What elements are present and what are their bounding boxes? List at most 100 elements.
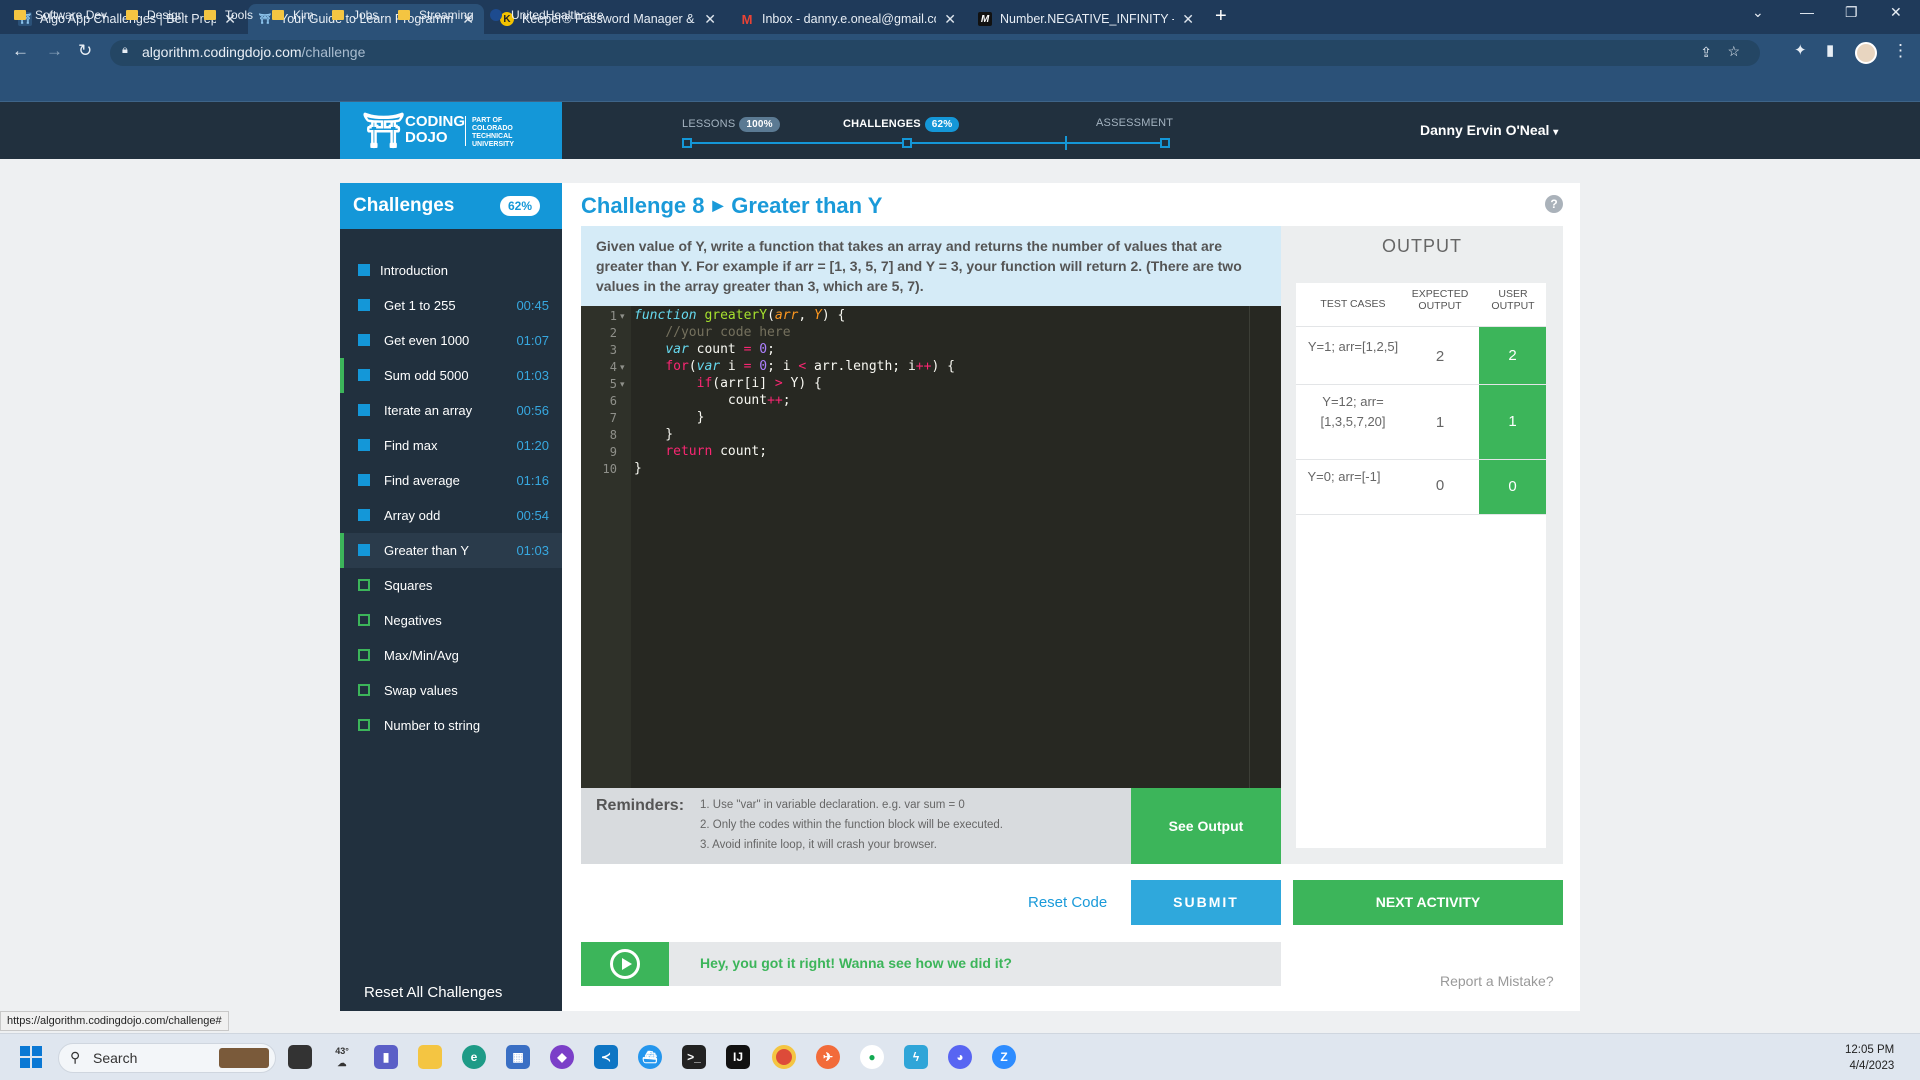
- side-panel-icon[interactable]: ▮: [1826, 41, 1834, 59]
- line-number: 9: [609, 445, 617, 459]
- bookmark-design[interactable]: Design: [126, 8, 184, 22]
- sidebar-item-sum-odd-5000[interactable]: Sum odd 5000 01:03: [340, 358, 562, 393]
- see-output-button[interactable]: See Output: [1131, 788, 1281, 864]
- postman-icon[interactable]: ✈: [816, 1045, 840, 1069]
- incomplete-square-icon: [358, 684, 370, 696]
- zoom-icon[interactable]: Z: [992, 1045, 1016, 1069]
- reset-all-challenges-button[interactable]: Reset All Challenges: [364, 984, 502, 1001]
- help-icon[interactable]: ?: [1545, 195, 1563, 213]
- mongodb-compass-icon[interactable]: ●: [860, 1045, 884, 1069]
- microsoft-store-icon[interactable]: ▦: [506, 1045, 530, 1069]
- forward-icon[interactable]: →: [46, 41, 63, 61]
- docker-icon[interactable]: ⛴: [638, 1045, 662, 1069]
- line-number: 4: [609, 360, 617, 374]
- bookmark-tools[interactable]: Tools: [204, 8, 253, 22]
- col-header-test-cases: TEST CASES: [1320, 298, 1386, 310]
- submit-button[interactable]: SUBMIT: [1131, 880, 1281, 925]
- folder-icon: [204, 10, 216, 20]
- gmail-favicon-icon: M: [741, 11, 753, 27]
- reset-code-link[interactable]: Reset Code: [1028, 894, 1107, 911]
- progress-marker: [1065, 136, 1067, 150]
- vscode-icon[interactable]: ≺: [594, 1045, 618, 1069]
- user-output-cell: 0: [1479, 460, 1546, 514]
- play-solution-button[interactable]: [581, 942, 669, 986]
- task-view-icon[interactable]: [288, 1045, 312, 1069]
- menu-kebab-icon[interactable]: ⋮: [1892, 41, 1909, 61]
- tab-search-icon[interactable]: ⌄: [1752, 4, 1764, 21]
- intellij-icon[interactable]: IJ: [726, 1045, 750, 1069]
- chrome-icon[interactable]: [772, 1045, 796, 1069]
- weather-widget[interactable]: 43° ☁: [330, 1045, 354, 1069]
- user-menu[interactable]: Danny Ervin O'Neal ▾: [1420, 122, 1558, 138]
- tab-mdn[interactable]: M Number.NEGATIVE_INFINITY - Ja ✕: [968, 4, 1204, 34]
- progress-node-lessons: [682, 138, 692, 148]
- bookmark-streaming[interactable]: Streaming: [398, 8, 474, 22]
- sidebar-item-find-average[interactable]: Find average 01:16: [340, 463, 562, 498]
- close-tab-icon[interactable]: ✕: [944, 11, 956, 28]
- sidebar-item-introduction[interactable]: Introduction: [340, 253, 562, 288]
- bookmark-software-dev[interactable]: Software Dev: [14, 8, 107, 22]
- bookmark-star-icon[interactable]: ☆: [1727, 43, 1740, 60]
- test-case-cell: Y=1; arr=[1,2,5]: [1307, 339, 1399, 354]
- line-number: 3: [609, 343, 617, 357]
- sidebar-item-iterate-an-array[interactable]: Iterate an array 00:56: [340, 393, 562, 428]
- fold-arrow-icon[interactable]: ▾: [620, 362, 625, 373]
- sidebar-item-max-min-avg[interactable]: Max/Min/Avg: [340, 638, 562, 673]
- row-divider: [1296, 514, 1546, 515]
- close-tab-icon[interactable]: ✕: [1182, 11, 1194, 28]
- sidebar-item-squares[interactable]: Squares: [340, 568, 562, 603]
- nav-challenges[interactable]: CHALLENGES 62%: [843, 117, 960, 132]
- minimize-icon[interactable]: —: [1800, 4, 1814, 20]
- extensions-icon[interactable]: ✦: [1794, 41, 1807, 59]
- tab-gmail[interactable]: M Inbox - danny.e.oneal@gmail.com ✕: [730, 4, 966, 34]
- search-highlight-image: [219, 1048, 269, 1068]
- next-activity-button[interactable]: NEXT ACTIVITY: [1293, 880, 1563, 925]
- hover-marker: [340, 358, 344, 393]
- output-title: OUTPUT: [1382, 236, 1462, 256]
- uhc-favicon-icon: [490, 9, 502, 21]
- teams-chat-icon[interactable]: ▮: [374, 1045, 398, 1069]
- windows-start-icon[interactable]: [20, 1046, 42, 1068]
- bookmark-jobs[interactable]: Jobs: [332, 8, 378, 22]
- back-icon[interactable]: ←: [12, 41, 29, 61]
- sidebar-item-greater-than-y[interactable]: Greater than Y 01:03: [340, 533, 562, 568]
- edge-icon[interactable]: e: [462, 1045, 486, 1069]
- code-line: }: [634, 427, 674, 442]
- share-icon[interactable]: ⇪: [1700, 44, 1712, 61]
- terminal-icon[interactable]: >_: [682, 1045, 706, 1069]
- coding-dojo-logo[interactable]: ⛩ CODING DOJO PART OF COLORADO TECHNICAL…: [340, 102, 562, 159]
- profile-avatar[interactable]: [1855, 42, 1877, 64]
- sidebar-item-swap-values[interactable]: Swap values: [340, 673, 562, 708]
- reload-icon[interactable]: ↻: [78, 41, 92, 61]
- sidebar-item-negatives[interactable]: Negatives: [340, 603, 562, 638]
- discord-icon[interactable]: ◕: [948, 1045, 972, 1069]
- line-number: 6: [609, 394, 617, 408]
- challenge-description: Given value of Y, write a function that …: [581, 226, 1281, 306]
- sidebar-item-number-to-string[interactable]: Number to string: [340, 708, 562, 743]
- sidebar-item-get-even-1000[interactable]: Get even 1000 01:07: [340, 323, 562, 358]
- system-clock[interactable]: 12:05 PM 4/4/2023: [1845, 1042, 1894, 1074]
- bookmark-unitedhealthcare[interactable]: UnitedHealthcare: [490, 8, 604, 22]
- nav-assessment[interactable]: ASSESSMENT: [1096, 117, 1173, 129]
- taskbar-search-box[interactable]: ⚲ Search: [58, 1043, 276, 1073]
- completed-square-icon: [358, 299, 370, 311]
- solution-hint-text[interactable]: Hey, you got it right! Wanna see how we …: [700, 955, 1012, 971]
- restore-icon[interactable]: ❐: [1845, 4, 1858, 21]
- new-tab-icon[interactable]: +: [1215, 5, 1227, 28]
- sidebar-item-find-max[interactable]: Find max 01:20: [340, 428, 562, 463]
- folder-icon: [398, 10, 410, 20]
- sidebar-item-array-odd[interactable]: Array odd 00:54: [340, 498, 562, 533]
- line-number: 2: [609, 326, 617, 340]
- file-explorer-icon[interactable]: [418, 1045, 442, 1069]
- copilot-icon[interactable]: ◆: [550, 1045, 574, 1069]
- url-bar[interactable]: 🔒︎ algorithm.codingdojo.com/challenge ⇪ …: [110, 40, 1760, 66]
- azure-data-studio-icon[interactable]: ϟ: [904, 1045, 928, 1069]
- fold-arrow-icon[interactable]: ▾: [620, 311, 625, 322]
- fold-arrow-icon[interactable]: ▾: [620, 379, 625, 390]
- close-tab-icon[interactable]: ✕: [704, 11, 716, 28]
- close-window-icon[interactable]: ✕: [1890, 4, 1902, 21]
- report-mistake-link[interactable]: Report a Mistake?: [1440, 973, 1554, 989]
- bookmark-kim[interactable]: Kim: [272, 8, 314, 22]
- nav-lessons[interactable]: LESSONS 100%: [682, 117, 780, 132]
- sidebar-item-get-1-to-255[interactable]: Get 1 to 255 00:45: [340, 288, 562, 323]
